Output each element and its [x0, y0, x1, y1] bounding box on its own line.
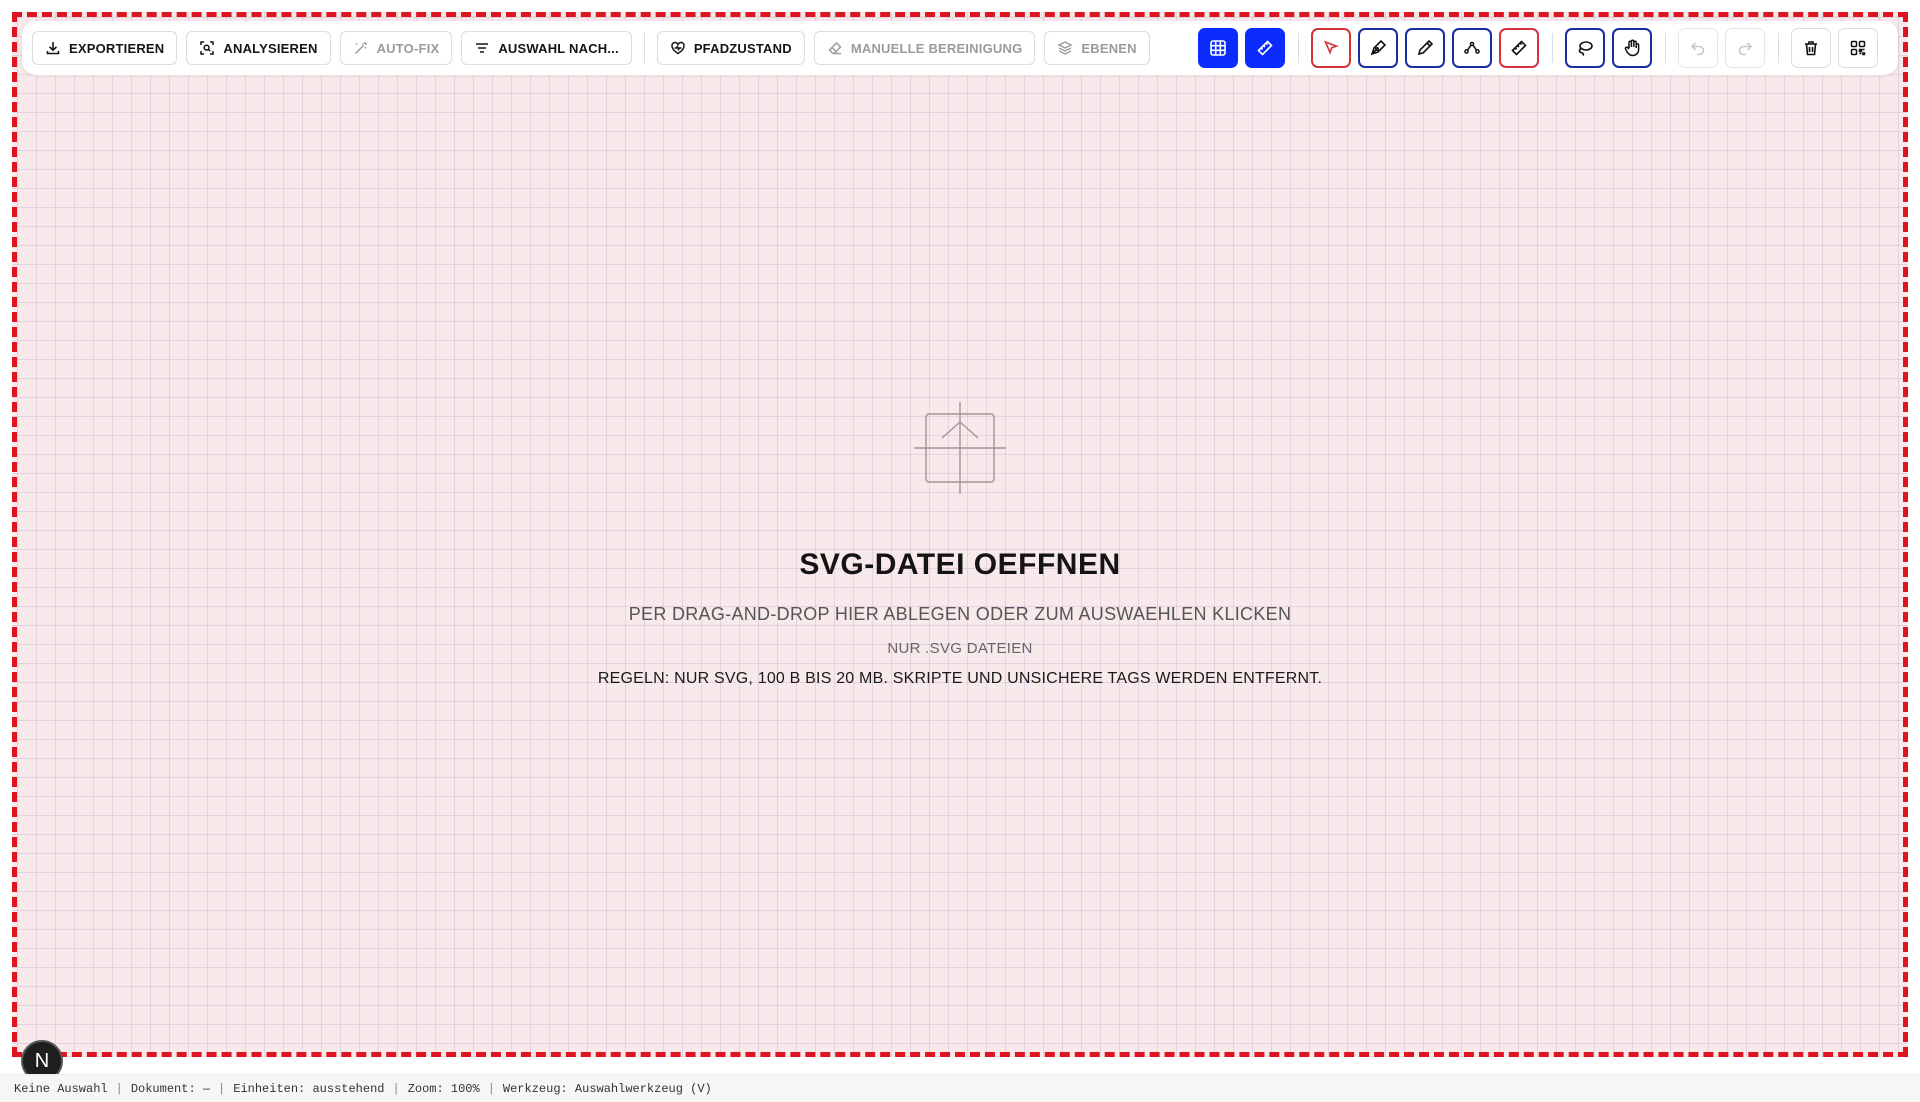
status-tool: Werkzeug: Auswahlwerkzeug (V)	[502, 1081, 712, 1096]
drop-zone-note: NUR .SVG DATEIEN	[887, 640, 1033, 657]
status-zoom: Zoom: 100%	[407, 1081, 480, 1096]
path-health-button[interactable]: PFADZUSTAND	[656, 31, 805, 65]
toolbar-divider	[1297, 33, 1299, 63]
drop-zone-title: SVG-DATEI OEFFNEN	[799, 548, 1121, 581]
magic-wand-icon	[354, 42, 367, 55]
toolbar-divider	[643, 33, 645, 63]
toolbar-divider	[1664, 33, 1666, 63]
filter-lines-icon	[476, 43, 489, 53]
upload-icon	[914, 402, 1006, 494]
ruler-icon	[1257, 40, 1273, 56]
main-toolbar: EXPORTIEREN ANALYSIEREN AUTO-FIX AUSWAHL…	[22, 21, 1898, 75]
undo-button[interactable]	[1677, 28, 1718, 68]
redo-button[interactable]	[1724, 28, 1765, 68]
toolbar-divider	[1777, 33, 1779, 63]
toolbar-divider	[1551, 33, 1553, 63]
export-button[interactable]: EXPORTIEREN	[32, 31, 178, 65]
status-units: Einheiten: ausstehend	[233, 1081, 385, 1096]
grid-icon	[1209, 40, 1226, 56]
pencil-icon	[1417, 39, 1433, 56]
pen-nib-icon	[1370, 39, 1386, 56]
trash-icon	[1804, 41, 1817, 56]
measure-tool-button[interactable]	[1498, 28, 1539, 68]
pen-tool-button[interactable]	[1357, 28, 1398, 68]
status-divider: |	[487, 1081, 495, 1096]
analyze-button[interactable]: ANALYSIEREN	[186, 31, 331, 65]
download-icon	[46, 42, 60, 55]
qr-code-button[interactable]	[1837, 28, 1878, 68]
cursor-arrow-icon	[1323, 40, 1339, 55]
hand-tool-button[interactable]	[1611, 28, 1652, 68]
scan-search-icon	[200, 41, 215, 55]
hand-icon	[1624, 39, 1640, 57]
drop-zone-subtitle: PER DRAG-AND-DROP HIER ABLEGEN ODER ZUM …	[628, 604, 1292, 624]
svg-drop-zone[interactable]	[12, 12, 1908, 1057]
ruler-icon	[1511, 40, 1527, 56]
delete-button[interactable]	[1790, 28, 1831, 68]
lasso-tool-button[interactable]	[1564, 28, 1605, 68]
bezier-nodes-icon	[1463, 41, 1480, 54]
pencil-tool-button[interactable]	[1404, 28, 1445, 68]
status-divider: |	[392, 1081, 400, 1096]
eraser-icon	[828, 41, 842, 55]
status-document: Dokument: —	[130, 1081, 211, 1096]
ruler-toggle-button[interactable]	[1244, 28, 1285, 68]
status-divider: |	[115, 1081, 123, 1096]
undo-icon	[1690, 42, 1705, 56]
manual-cleanup-button[interactable]: MANUELLE BEREINIGUNG	[813, 31, 1036, 65]
grid-toggle-button[interactable]	[1197, 28, 1238, 68]
qr-code-icon	[1850, 40, 1866, 56]
node-tool-button[interactable]	[1451, 28, 1492, 68]
layers-icon	[1057, 41, 1073, 55]
auto-fix-button[interactable]: AUTO-FIX	[339, 31, 453, 65]
status-selection: Keine Auswahl	[14, 1081, 108, 1096]
select-tool-button[interactable]	[1310, 28, 1351, 68]
layers-button[interactable]: EBENEN	[1044, 31, 1150, 65]
heart-pulse-icon	[671, 41, 685, 55]
status-divider: |	[218, 1081, 226, 1096]
select-by-button[interactable]: AUSWAHL NACH...	[461, 31, 632, 65]
drop-zone-rules: REGELN: NUR SVG, 100 B BIS 20 MB. SKRIPT…	[597, 670, 1323, 687]
redo-icon	[1738, 42, 1752, 56]
lasso-icon	[1578, 41, 1593, 56]
status-bar: Keine Auswahl | Dokument: — | Einheiten:…	[0, 1074, 1920, 1102]
